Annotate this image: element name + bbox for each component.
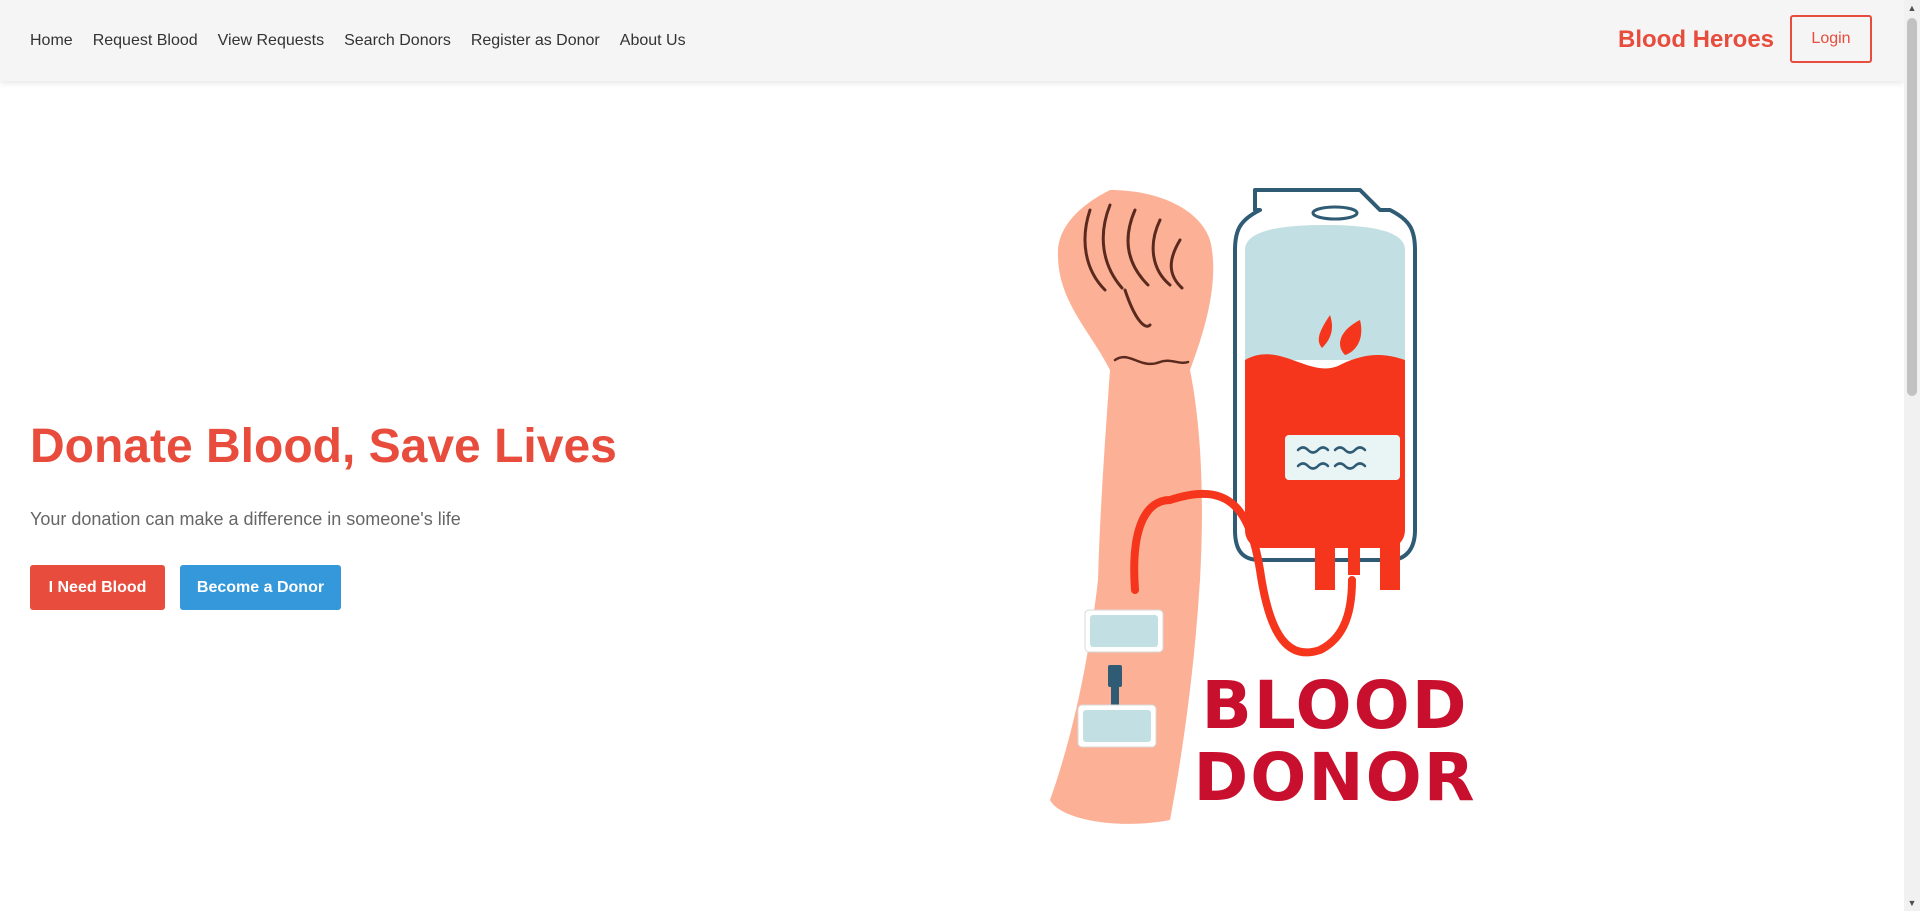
page: Home Request Blood View Requests Search … — [0, 0, 1920, 911]
vertical-scrollbar[interactable]: ▲ ▼ — [1904, 0, 1920, 911]
nav-link-request-blood[interactable]: Request Blood — [93, 32, 198, 50]
hero-subtitle: Your donation can make a difference in s… — [30, 509, 461, 529]
blood-donor-illustration: BLOOD DONOR — [1030, 180, 1530, 840]
need-blood-button[interactable]: I Need Blood — [30, 565, 165, 610]
bandage-top-pad — [1090, 615, 1158, 647]
nav-link-search-donors[interactable]: Search Donors — [344, 32, 451, 50]
nav-link-about-us[interactable]: About Us — [620, 32, 686, 50]
illustration-text-donor: DONOR — [1193, 739, 1476, 816]
navbar: Home Request Blood View Requests Search … — [0, 0, 1904, 81]
bag-label — [1285, 435, 1400, 480]
nav-link-register-donor[interactable]: Register as Donor — [471, 32, 600, 50]
bag-outlet-1 — [1315, 540, 1335, 590]
illustration-text-blood: BLOOD — [1201, 667, 1468, 744]
hero-title: Donate Blood, Save Lives — [30, 420, 617, 473]
needle-tip — [1111, 687, 1119, 705]
bag-outlet-2 — [1348, 540, 1360, 575]
brand-logo[interactable]: Blood Heroes — [1618, 26, 1774, 54]
login-button[interactable]: Login — [1790, 15, 1872, 63]
nav-links: Home Request Blood View Requests Search … — [30, 0, 686, 81]
scroll-down-arrow-icon[interactable]: ▼ — [1904, 895, 1920, 911]
scroll-thumb[interactable] — [1907, 18, 1917, 396]
become-donor-button[interactable]: Become a Donor — [180, 565, 341, 610]
bandage-bottom-pad — [1083, 710, 1151, 742]
nav-link-view-requests[interactable]: View Requests — [218, 32, 324, 50]
scroll-up-arrow-icon[interactable]: ▲ — [1904, 0, 1920, 16]
bag-outlet-3 — [1380, 540, 1400, 590]
nav-link-home[interactable]: Home — [30, 32, 73, 50]
needle-connector — [1108, 665, 1122, 687]
